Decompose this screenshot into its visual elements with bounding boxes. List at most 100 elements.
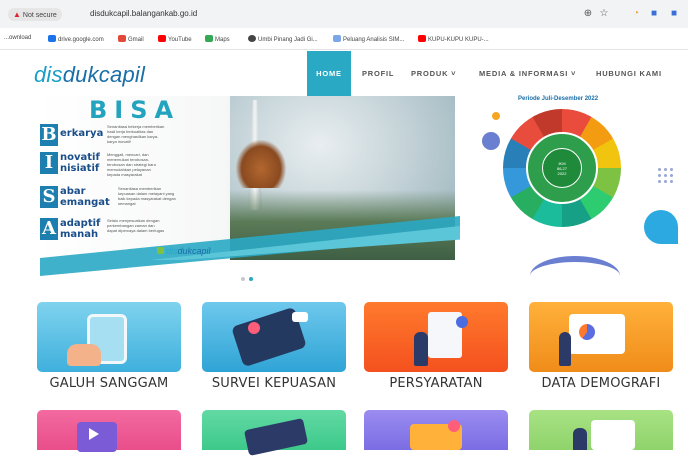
presentation-board-icon: [591, 420, 635, 450]
warning-icon: ▲: [13, 10, 21, 19]
dashboard-screen-icon: [569, 314, 625, 354]
service-card-persyaratan[interactable]: [364, 302, 508, 372]
star-icon: [333, 35, 341, 42]
bookmark-label: Umbi Pinang Jadi Gi...: [258, 37, 318, 43]
logo-prefix: dis: [166, 246, 178, 256]
bookmarks-bar: ...ownload drive.google.com Gmail YouTub…: [0, 28, 688, 50]
carousel-dot-active[interactable]: [249, 277, 253, 281]
service-card-data-demografi[interactable]: [529, 302, 673, 372]
service-card-row2-2[interactable]: [202, 410, 346, 456]
bookmark-download[interactable]: ...ownload: [4, 35, 31, 41]
security-label: Not secure: [22, 12, 57, 19]
ikm-wheel-center: IKM 86,27 2022: [542, 148, 582, 188]
device-icon: [243, 418, 309, 456]
decor-dot: [670, 168, 673, 171]
decor-dot: [670, 180, 673, 183]
person-icon: [559, 332, 571, 366]
play-icon: [89, 428, 99, 440]
bookmark-youtube[interactable]: YouTube: [158, 35, 192, 43]
decor-arc: [530, 256, 620, 296]
monument-statue: [236, 140, 286, 188]
bookmark-maps[interactable]: Maps: [205, 35, 230, 43]
person-icon: [414, 332, 428, 366]
bookmark-label: ...ownload: [4, 35, 32, 41]
service-card-row2-1[interactable]: [37, 410, 181, 452]
hand-icon: [67, 344, 101, 366]
profile-icon[interactable]: ■: [668, 8, 680, 20]
gmail-icon: [118, 35, 126, 42]
service-label[interactable]: SURVEI KEPUASAN: [196, 376, 352, 391]
bookmark-label: drive.google.com: [58, 37, 104, 43]
value-description: Menggali, mencari, dan menemukan terobos…: [107, 152, 156, 177]
service-label[interactable]: PERSYARATAN: [358, 376, 514, 391]
logo-suffix: dukcapil: [62, 62, 146, 87]
person-icon: [573, 428, 587, 450]
bookmark-label: Peluang Analisis SIM...: [343, 37, 405, 43]
extension-icon-2[interactable]: ■: [648, 8, 660, 20]
bookmark-label: KUPU-KUPU KUPU-...: [428, 37, 489, 43]
logo-prefix: dis: [34, 62, 63, 87]
value-word: erkarya: [60, 128, 104, 139]
value-letter: A: [40, 218, 58, 240]
security-badge[interactable]: ▲ Not secure: [8, 8, 62, 21]
value-description: Senantiasa bekerja memberikan hasil kerj…: [107, 124, 165, 144]
bookmark-star-icon[interactable]: ☆: [598, 8, 610, 20]
logo-suffix: dukcapil: [177, 246, 211, 256]
service-card-row2-3[interactable]: [364, 410, 508, 450]
banner-headline: BISA: [89, 96, 181, 124]
bookmark-peluang[interactable]: Peluang Analisis SIM...: [333, 35, 404, 43]
decor-dot: [664, 180, 667, 183]
chat-bubble-icon: [292, 312, 308, 322]
extension-icon[interactable]: ◔: [630, 8, 642, 20]
decor-dot: [658, 180, 661, 183]
carousel-dot[interactable]: [241, 277, 245, 281]
nav-produk[interactable]: PRODUK ˅: [411, 51, 456, 96]
side-banner-period: Periode Juli-Desember 2022: [518, 96, 599, 102]
drive-icon: [48, 35, 56, 42]
service-card-row2-4[interactable]: [529, 410, 673, 450]
value-letter: I: [40, 152, 58, 174]
bookmark-kupu[interactable]: KUPU-KUPU KUPU-...: [418, 35, 489, 43]
decor-dot: [664, 174, 667, 177]
decor-bubble: [492, 112, 500, 120]
value-description: Selalu menyesuaikan dengan perkembangan …: [107, 218, 165, 233]
leaf-icon: [157, 247, 164, 254]
bookmark-drive[interactable]: drive.google.com: [48, 35, 104, 43]
value-word: novatif nisiatif: [60, 152, 100, 174]
site-logo[interactable]: disdukcapil: [34, 62, 145, 88]
bookmark-label: Maps: [215, 37, 230, 43]
decor-dot: [664, 168, 667, 171]
badge-icon: [448, 420, 460, 432]
translate-icon[interactable]: ⊕: [582, 8, 594, 20]
service-card-survei-kepuasan[interactable]: [202, 302, 346, 372]
value-description: Senantiasa memberikan kepuasan dalam mel…: [118, 186, 176, 206]
like-icon: [248, 322, 260, 334]
nav-hubungi-kami[interactable]: HUBUNGI KAMI: [596, 51, 662, 96]
service-card-galuh-sanggam[interactable]: [37, 302, 181, 372]
value-letter: B: [40, 124, 58, 146]
youtube-icon: [158, 35, 166, 42]
checkmark-icon: [456, 316, 468, 328]
value-letter: S: [40, 186, 58, 208]
maps-icon: [205, 35, 213, 42]
url-field[interactable]: disdukcapil.balangankab.go.id: [90, 9, 197, 18]
value-word: adaptif manah: [60, 218, 101, 240]
nav-media-informasi[interactable]: MEDIA & INFORMASI ˅: [479, 51, 576, 96]
bookmark-umbi[interactable]: Umbi Pinang Jadi Gi...: [248, 35, 318, 43]
browser-address-bar: ▲ Not secure disdukcapil.balangankab.go.i…: [0, 0, 688, 28]
nav-profil[interactable]: PROFIL: [362, 51, 394, 96]
nav-home[interactable]: HOME: [307, 51, 351, 96]
github-icon: [248, 35, 256, 42]
youtube-icon: [418, 35, 426, 42]
decor-dot: [670, 174, 673, 177]
decor-bubble: [482, 132, 500, 150]
value-word: abar emangat: [60, 186, 110, 208]
service-label[interactable]: GALUH SANGGAM: [31, 376, 187, 391]
service-label[interactable]: DATA DEMOGRAFI: [523, 376, 679, 391]
pie-chart-icon: [579, 324, 595, 340]
decor-dot: [658, 174, 661, 177]
decor-bubble: [644, 210, 678, 244]
bookmark-label: Gmail: [128, 37, 144, 43]
decor-dot: [658, 168, 661, 171]
bookmark-gmail[interactable]: Gmail: [118, 35, 144, 43]
